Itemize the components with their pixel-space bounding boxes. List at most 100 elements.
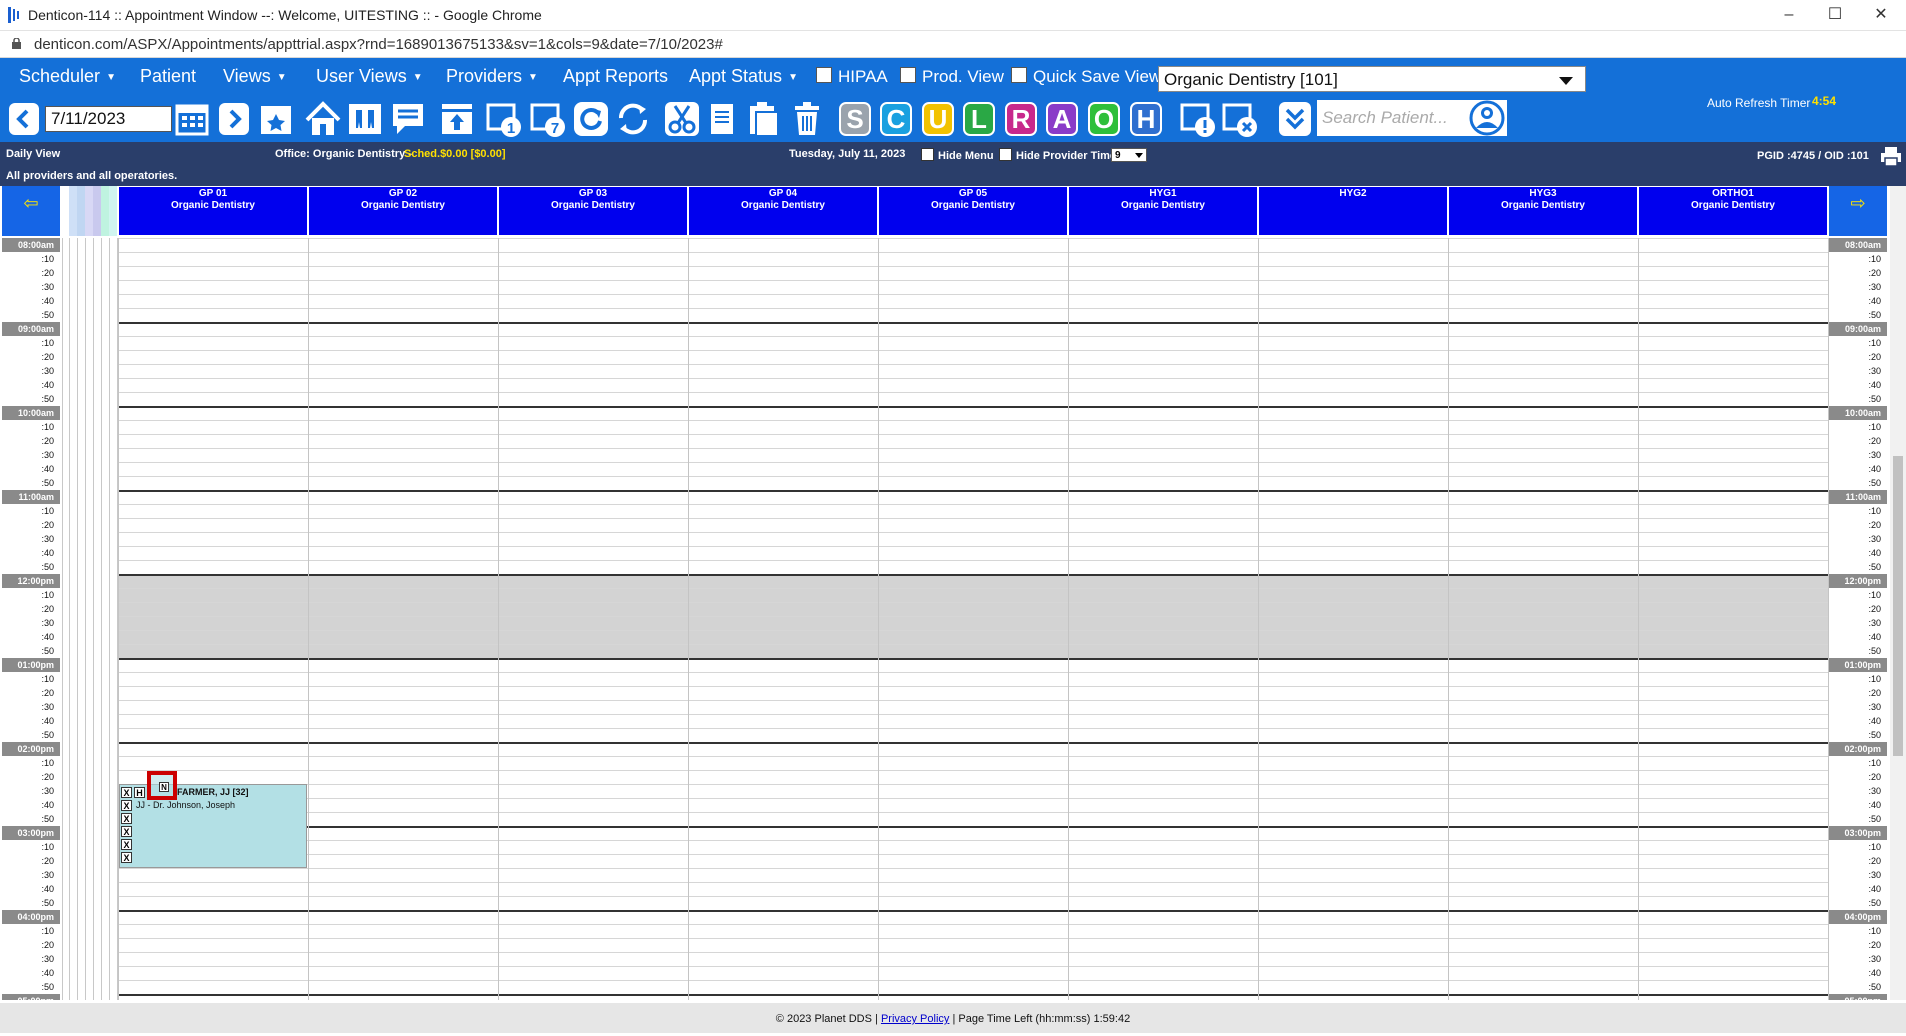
calendar-cancel-icon[interactable] (1222, 100, 1258, 138)
calendar-star-icon[interactable] (258, 100, 294, 138)
status-o-button[interactable]: O (1088, 102, 1120, 136)
appt-checkbox[interactable]: X (121, 787, 132, 798)
grid-line (118, 868, 1828, 869)
search-patient-input[interactable]: Search Patient... (1317, 100, 1467, 136)
hour-row: 01:00pm 01:00pm (0, 658, 1890, 672)
status-r-button[interactable]: R (1005, 102, 1037, 136)
time-label-right: :50 (1868, 814, 1881, 824)
hide-provider-time-checkbox[interactable]: Hide Provider Time (999, 148, 1116, 162)
appt-checkbox[interactable]: X (121, 800, 132, 811)
columns-select[interactable]: 9 (1111, 148, 1147, 162)
time-row: :40:40 (0, 378, 1890, 392)
checkbox-box[interactable] (816, 67, 832, 83)
quick-save-view-checkbox[interactable]: Quick Save View (1011, 67, 1161, 87)
patient-search-icon[interactable] (1467, 100, 1507, 136)
office-select[interactable]: Organic Dentistry [101] (1158, 66, 1586, 92)
grid-line (118, 392, 1828, 393)
time-label-right: :30 (1868, 702, 1881, 712)
column-header-gp02[interactable]: GP 02 Organic Dentistry (308, 186, 498, 236)
time-label-right: :10 (1868, 422, 1881, 432)
checkbox-box[interactable] (1011, 67, 1027, 83)
menu-providers[interactable]: Providers ▼ (446, 66, 538, 87)
vertical-scrollbar[interactable] (1890, 186, 1906, 1000)
column-header-hyg1[interactable]: HYG1 Organic Dentistry (1068, 186, 1258, 236)
checkbox-box[interactable] (999, 148, 1012, 161)
checkbox-box[interactable] (921, 148, 934, 161)
dropdown-arrow-icon (1559, 77, 1573, 85)
appt-checkbox[interactable]: X (121, 839, 132, 850)
menu-patient[interactable]: Patient (140, 66, 196, 87)
appt-checkbox[interactable]: X (121, 852, 132, 863)
expand-down-icon[interactable] (1278, 100, 1312, 138)
column-header-gp03[interactable]: GP 03 Organic Dentistry (498, 186, 688, 236)
next-day-icon[interactable] (218, 102, 250, 136)
minimize-button[interactable]: – (1766, 2, 1812, 28)
menu-user-views[interactable]: User Views ▼ (316, 66, 423, 87)
appt-icon-h[interactable]: H (134, 787, 145, 798)
menu-appt-status[interactable]: Appt Status ▼ (689, 66, 798, 87)
status-s-button[interactable]: S (839, 102, 871, 136)
calendar-week-7-icon[interactable]: 7 (530, 100, 566, 138)
appt-note-icon-highlight[interactable]: N (147, 771, 177, 800)
privacy-policy-link[interactable]: Privacy Policy (881, 1013, 949, 1025)
appt-note-icon[interactable]: N (159, 782, 169, 792)
calendar-icon[interactable] (174, 100, 210, 138)
scrollbar-thumb[interactable] (1893, 456, 1903, 756)
move-up-icon[interactable] (439, 100, 475, 138)
time-row: :20:20 (0, 518, 1890, 532)
grid-line (118, 714, 1828, 715)
status-u-button[interactable]: U (922, 102, 954, 136)
copy-icon[interactable] (705, 100, 741, 138)
column-header-hyg2[interactable]: HYG2 (1258, 186, 1448, 236)
cut-icon[interactable] (664, 100, 700, 138)
menu-appt-reports[interactable]: Appt Reports (563, 66, 668, 87)
paste-icon[interactable] (746, 100, 782, 138)
calendar-alert-icon[interactable] (1180, 100, 1216, 138)
close-window-button[interactable]: ✕ (1858, 2, 1904, 28)
sync-icon[interactable] (615, 100, 651, 138)
grid-line (118, 644, 1828, 645)
checkbox-box[interactable] (900, 67, 916, 83)
appt-checkbox[interactable]: X (121, 813, 132, 824)
tooth-chart-icon[interactable] (347, 100, 383, 138)
status-h-button[interactable]: H (1130, 102, 1162, 136)
column-header-gp01[interactable]: GP 01 Organic Dentistry (118, 186, 308, 236)
hide-menu-checkbox[interactable]: Hide Menu (921, 148, 994, 162)
column-name: HYG1 (1149, 188, 1177, 199)
column-header-gp05[interactable]: GP 05 Organic Dentistry (878, 186, 1068, 236)
schedule-grid[interactable]: 08:00am 08:00am:10:10:20:20:30:30:40:40:5… (0, 238, 1890, 1000)
next-columns-button[interactable]: ⇨ (1829, 186, 1887, 236)
prev-columns-button[interactable]: ⇦ (2, 186, 60, 236)
notes-icon[interactable] (390, 100, 426, 138)
delete-icon[interactable] (789, 100, 825, 138)
address-bar[interactable]: denticon.com/ASPX/Appointments/appttrial… (0, 31, 1906, 58)
prod-view-checkbox[interactable]: Prod. View (900, 67, 1004, 87)
column-header-hyg3[interactable]: HYG3 Organic Dentistry (1448, 186, 1638, 236)
date-input[interactable]: 7/11/2023 (45, 106, 172, 132)
time-label-left: :20 (41, 436, 54, 446)
column-line (1258, 238, 1259, 1000)
hour-row: 12:00pm 12:00pm (0, 574, 1890, 588)
time-label-right: :50 (1868, 646, 1881, 656)
calendar-day-1-icon[interactable]: 1 (486, 100, 522, 138)
maximize-button[interactable]: ☐ (1812, 2, 1858, 28)
refresh-icon[interactable] (573, 100, 609, 138)
time-label-left: 04:00pm (2, 910, 60, 924)
svg-text:1: 1 (507, 120, 515, 137)
menu-scheduler[interactable]: Scheduler ▼ (19, 66, 116, 87)
printer-icon[interactable] (1880, 145, 1902, 167)
column-header-gp04[interactable]: GP 04 Organic Dentistry (688, 186, 878, 236)
time-label-left: :10 (41, 758, 54, 768)
time-label-right: :40 (1868, 548, 1881, 558)
column-header-ortho1[interactable]: ORTHO1 Organic Dentistry (1638, 186, 1828, 236)
status-l-button[interactable]: L (963, 102, 995, 136)
prev-day-icon[interactable] (8, 102, 40, 136)
menu-views[interactable]: Views ▼ (223, 66, 287, 87)
hipaa-checkbox[interactable]: HIPAA (816, 67, 888, 87)
home-icon[interactable] (305, 100, 341, 138)
status-a-button[interactable]: A (1046, 102, 1078, 136)
column-office: Organic Dentistry (361, 200, 445, 211)
status-c-button[interactable]: C (880, 102, 912, 136)
appt-checkbox[interactable]: X (121, 826, 132, 837)
url-text[interactable]: denticon.com/ASPX/Appointments/appttrial… (34, 36, 723, 53)
